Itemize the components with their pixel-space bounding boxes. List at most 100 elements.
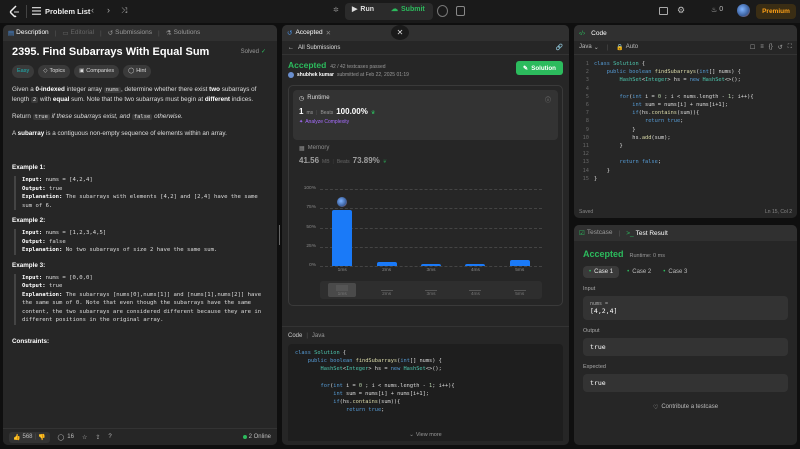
sparkle-icon: ✦ xyxy=(299,119,304,125)
auto-toggle[interactable]: 🔒 Auto xyxy=(616,44,638,51)
tab-editorial[interactable]: ▭ Editorial xyxy=(62,29,94,37)
submission-tabs: ↺ Accepted ✕ xyxy=(282,25,569,41)
chart-mini-labels: 1ms 2ms 3ms 4ms 5ms xyxy=(320,281,542,299)
run-button[interactable]: ▶ Run xyxy=(352,5,374,14)
avatar[interactable] xyxy=(737,4,750,17)
share-icon[interactable]: ⇪ xyxy=(95,434,100,441)
like-button[interactable]: 👍 568 | 👎 xyxy=(9,431,50,443)
code-line: if(hs.contains(sum)){ xyxy=(333,399,401,406)
book-icon: ▭ xyxy=(62,30,69,37)
code-line: } xyxy=(594,143,623,150)
companies-tag[interactable]: ▣ Companies xyxy=(74,65,120,78)
format-icon[interactable]: ≡ xyxy=(760,44,764,51)
description-panel: ▤ Description | ▭ Editorial | ↺ Submissions… xyxy=(3,25,277,445)
chart-bar[interactable] xyxy=(332,209,353,266)
reset-icon[interactable]: ↺ xyxy=(778,44,783,51)
link-icon[interactable]: 🔗 xyxy=(556,44,563,51)
problem-list-icon[interactable] xyxy=(32,7,41,15)
submit-button[interactable]: ☁ Submit xyxy=(391,5,425,14)
comments-button[interactable]: ◯ 16 xyxy=(58,434,74,441)
vertical-splitter[interactable] xyxy=(278,25,281,445)
check-circle-icon: ✓ xyxy=(260,49,266,55)
code-icon: ‹/› xyxy=(579,29,586,37)
thumbs-down-icon[interactable]: 👎 xyxy=(38,434,45,441)
x-tick-label: 3ms xyxy=(426,268,436,273)
tab-accepted[interactable]: ↺ Accepted ✕ xyxy=(287,29,331,37)
tab-description[interactable]: ▤ Description xyxy=(8,29,49,37)
mini-bar xyxy=(336,284,349,291)
close-tab-icon[interactable]: ✕ xyxy=(326,29,331,37)
star-icon[interactable]: ☆ xyxy=(82,434,87,441)
leetcode-logo-icon[interactable] xyxy=(9,5,20,18)
prev-problem-icon[interactable]: ‹ xyxy=(91,5,94,15)
online-count: 2 Online xyxy=(242,434,271,440)
tab-test-result[interactable]: >_ Test Result xyxy=(626,230,668,237)
braces-icon[interactable]: {} xyxy=(769,44,773,51)
code-line: return true; xyxy=(645,118,684,125)
chart-bar[interactable] xyxy=(465,263,486,266)
submitted-code: class Solution { public boolean findSuba… xyxy=(295,349,556,415)
contribute-testcase-link[interactable]: ♡ Contribute a testcase xyxy=(583,404,788,411)
solution-button[interactable]: ✎ Solution xyxy=(516,61,563,75)
chevron-down-icon: ⌄ xyxy=(409,432,414,438)
streak-counter[interactable]: ♨ 0 xyxy=(711,6,723,14)
problem-title[interactable]: 2395. Find Subarrays With Equal Sum xyxy=(12,47,209,58)
code-line: HashSet<Integer> hs = new HashSet<>(); xyxy=(320,366,442,373)
case-tab-2[interactable]: • Case 2 xyxy=(623,266,655,278)
memory-card[interactable]: ▦ Memory 41.56 MB | Beats 73.89% ❦ xyxy=(293,140,558,170)
thumbs-up-icon: 👍 xyxy=(13,434,21,441)
shuffle-icon[interactable]: ⤨ xyxy=(121,6,127,16)
line-number: 11 xyxy=(582,143,589,150)
document-icon: ▤ xyxy=(8,30,15,37)
vertical-splitter[interactable] xyxy=(570,25,573,445)
y-tick-label: 75% xyxy=(306,205,316,211)
memory-icon: ▦ xyxy=(299,146,305,152)
tab-submissions[interactable]: ↺ Submissions xyxy=(108,29,152,37)
close-circle-button[interactable]: ✕ xyxy=(391,25,409,40)
tab-solutions[interactable]: ⚗ Solutions xyxy=(166,29,201,37)
x-tick-label: 4ms xyxy=(470,268,480,273)
tag-icon: ◇ xyxy=(43,68,48,74)
fullscreen-icon[interactable]: ⛶ xyxy=(788,44,792,51)
chart-bar[interactable] xyxy=(509,259,530,266)
line-numbers: 1 2 3 4 5 6 7 8 9 10 11 12 13 14 15 xyxy=(574,60,594,183)
layout-icon[interactable] xyxy=(659,7,668,15)
help-icon[interactable]: ? xyxy=(108,434,111,440)
code-editor[interactable]: class Solution { public boolean findSuba… xyxy=(594,60,754,183)
output-field: true xyxy=(583,338,788,356)
subarray-definition: A subarray is a contiguous non-empty seq… xyxy=(12,130,227,137)
analyze-complexity-link[interactable]: ✦ Analyze Complexity xyxy=(299,119,552,125)
bookmark-icon[interactable]: ☐ xyxy=(750,44,755,51)
input-field: nums = [4,2,4] xyxy=(583,296,788,320)
debug-icon[interactable]: ✲ xyxy=(333,6,339,14)
comment-icon: ◯ xyxy=(57,434,65,441)
info-icon[interactable]: ⓘ xyxy=(545,95,551,104)
hint-tag[interactable]: ◯ Hint xyxy=(123,65,152,78)
case-tabs: • Case 1 • Case 2 • Case 3 xyxy=(583,266,788,278)
x-tick-label: 5ms xyxy=(515,268,525,273)
y-tick-label: 0% xyxy=(309,263,316,268)
case-tab-3[interactable]: • Case 3 xyxy=(659,266,691,278)
settings-icon[interactable]: ⚙ xyxy=(677,5,685,16)
test-result-panel: ☑ Testcase | >_ Test Result Accepted Runti… xyxy=(574,225,797,445)
tab-testcase[interactable]: ☑ Testcase xyxy=(579,229,612,237)
problem-list-link[interactable]: Problem List xyxy=(45,7,90,16)
timer-icon[interactable] xyxy=(437,5,448,17)
x-tick-label: 1ms xyxy=(337,268,347,273)
gridline xyxy=(320,266,542,267)
chart-bar[interactable] xyxy=(376,262,397,266)
notes-icon[interactable] xyxy=(456,6,465,16)
chart-bar[interactable] xyxy=(421,263,441,266)
next-problem-icon[interactable]: › xyxy=(107,5,110,15)
case-tab-1[interactable]: • Case 1 xyxy=(583,266,620,278)
back-to-submissions[interactable]: ← All Submissions xyxy=(288,45,340,51)
runtime-card[interactable]: ◷ Runtime ⓘ 1 ms | Beats 100.00% ♛ ✦ Analy… xyxy=(293,90,558,140)
avatar xyxy=(288,72,294,78)
topics-tag[interactable]: ◇ Topics xyxy=(38,65,71,78)
view-more-button[interactable]: ⌄ View more xyxy=(288,421,563,441)
language-select[interactable]: Java ⌄ xyxy=(579,44,599,51)
premium-button[interactable]: Premium xyxy=(756,4,796,19)
y-tick-label: 100% xyxy=(303,186,316,191)
line-number: 8 xyxy=(585,118,589,125)
